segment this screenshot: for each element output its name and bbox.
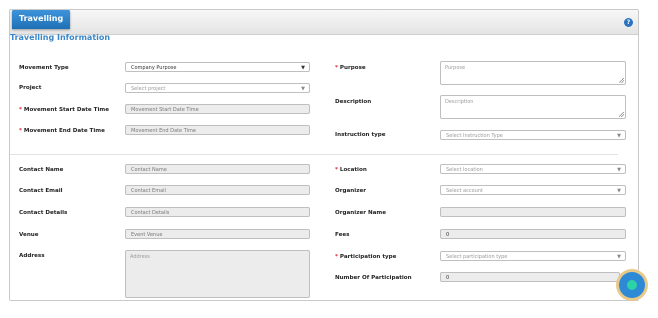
participation-type-placeholder: Select participation type [446,254,508,260]
start-datetime-label-text: Movement Start Date Time [23,107,110,113]
description-label: Description [335,99,372,105]
organizer-name-label: Organizer Name [335,210,387,216]
resize-handle-icon[interactable] [619,78,624,83]
chevron-down-icon: ▼ [301,65,305,71]
purpose-label-text: Purpose [339,65,366,71]
required-marker: * [335,254,338,260]
contact-details-input[interactable]: Contact Details [125,207,310,217]
purpose-placeholder: Purpose [445,65,466,71]
chevron-down-icon: ▼ [617,254,621,260]
required-marker: * [19,107,22,113]
chat-icon [627,280,637,290]
project-placeholder: Select project [131,86,166,92]
fees-input[interactable]: 0 [440,229,626,239]
instruction-type-placeholder: Select Instruction Type [446,133,503,139]
required-marker: * [335,167,338,173]
movement-type-label: Movement Type [19,65,69,71]
contact-name-label: Contact Name [19,167,64,173]
participation-count-input[interactable]: 0 [440,272,620,282]
movement-type-select[interactable]: Company Purpose ▼ [125,62,310,72]
purpose-textarea[interactable]: Purpose [440,61,626,85]
purpose-label: * Purpose [335,65,366,71]
chevron-down-icon: ▼ [617,133,621,139]
participation-type-label: * Participation type [335,254,396,260]
section-divider [10,154,618,155]
chevron-down-icon: ▼ [301,86,305,92]
contact-email-input[interactable]: Contact Email [125,185,310,195]
end-datetime-label: * Movement End Date Time [19,128,105,134]
participation-type-label-text: Participation type [339,254,397,260]
address-textarea[interactable]: Address [125,250,310,298]
resize-handle-icon[interactable] [619,112,624,117]
instruction-type-label: Instruction type [335,132,386,138]
location-select[interactable]: Select location ▼ [440,164,626,174]
organizer-name-input[interactable] [440,207,626,217]
location-placeholder: Select location [446,167,483,173]
end-datetime-label-text: Movement End Date Time [23,128,105,134]
chat-widget-button[interactable] [619,272,645,298]
required-marker: * [19,128,22,134]
location-label-text: Location [339,167,367,173]
venue-label: Venue [19,232,39,238]
location-label: * Location [335,167,367,173]
start-datetime-input[interactable]: Movement Start Date Time [125,104,310,114]
contact-email-label: Contact Email [19,188,63,194]
start-datetime-label: * Movement Start Date Time [19,107,109,113]
panel-header: Travelling ? [10,10,638,35]
chevron-down-icon: ▼ [617,167,621,173]
venue-input[interactable]: Event Venue [125,229,310,239]
project-label: Project [19,85,42,91]
description-textarea[interactable]: Description [440,95,626,119]
required-marker: * [335,65,338,71]
contact-details-label: Contact Details [19,210,68,216]
movement-type-value: Company Purpose [131,65,177,71]
participation-count-label: Number Of Participation [335,275,412,281]
organizer-label: Organizer [335,188,367,194]
tab-travelling[interactable]: Travelling [12,10,71,29]
project-select[interactable]: Select project ▼ [125,83,310,93]
description-placeholder: Description [445,99,474,105]
chevron-down-icon: ▼ [617,188,621,194]
end-datetime-input[interactable]: Movement End Date Time [125,125,310,135]
address-label: Address [19,253,45,259]
organizer-select[interactable]: Select account ▼ [440,185,626,195]
fees-label: Fees [335,232,350,238]
address-placeholder: Address [130,254,150,260]
help-icon[interactable]: ? [624,18,633,27]
section-title: Travelling Information [10,33,111,42]
organizer-placeholder: Select account [446,188,483,194]
contact-name-input[interactable]: Contact Name [125,164,310,174]
participation-type-select[interactable]: Select participation type ▼ [440,251,626,261]
instruction-type-select[interactable]: Select Instruction Type ▼ [440,130,626,140]
